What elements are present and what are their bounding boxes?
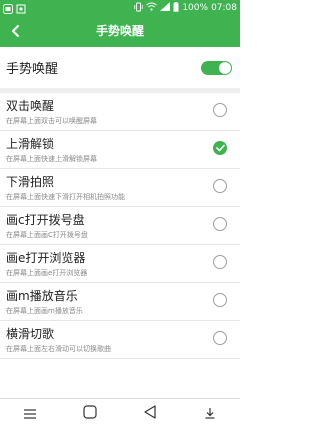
gesture-title: 画e打开浏览器: [6, 251, 86, 265]
master-toggle-switch[interactable]: [201, 60, 232, 75]
menu-button[interactable]: [18, 401, 42, 425]
gesture-item-swipe-down[interactable]: 下滑拍照 在屏幕上面快速下滑打开相机拍照功能: [0, 169, 240, 207]
back-triangle-icon: [144, 404, 156, 423]
notification-app-icon: [3, 0, 13, 18]
radio-unchecked-icon[interactable]: [213, 103, 227, 117]
home-icon: [83, 404, 97, 423]
pull-down-icon: [204, 404, 216, 423]
home-button[interactable]: [78, 401, 102, 425]
app-bar: 手势唤醒: [0, 16, 240, 47]
status-bar: 100% 07:08: [0, 0, 240, 16]
battery-percent: 100%: [182, 3, 209, 13]
status-right: 100% 07:08: [134, 1, 237, 15]
radio-checked-icon[interactable]: [213, 141, 227, 155]
status-left-icons: [3, 0, 26, 18]
back-nav-button[interactable]: [138, 401, 162, 425]
gesture-item-swipe-up[interactable]: 上滑解锁 在屏幕上面快速上滑解锁屏幕: [0, 131, 240, 169]
wifi-icon: [146, 2, 158, 14]
screenshot-icon: [16, 0, 26, 18]
gesture-subtitle: 在屏幕上面快速下滑打开相机拍照功能: [6, 193, 125, 201]
master-toggle-row[interactable]: 手势唤醒: [0, 47, 240, 88]
radio-unchecked-icon[interactable]: [213, 217, 227, 231]
gesture-title: 下滑拍照: [6, 175, 55, 189]
signal-icon: [160, 2, 171, 14]
toggle-knob: [219, 61, 231, 74]
gesture-subtitle: 在屏幕上面画m播放音乐: [6, 307, 83, 315]
radio-unchecked-icon[interactable]: [213, 331, 227, 345]
clock: 07:08: [211, 3, 237, 13]
battery-icon: [173, 1, 179, 15]
radio-unchecked-icon[interactable]: [213, 179, 227, 193]
gesture-item-horizontal-swipe[interactable]: 横滑切歌 在屏幕上面左右滑动可以切换歌曲: [0, 321, 240, 359]
vibrate-icon: [134, 2, 143, 15]
master-toggle-label: 手势唤醒: [6, 62, 59, 77]
radio-unchecked-icon[interactable]: [213, 255, 227, 269]
navigation-bar: [0, 398, 240, 427]
gesture-subtitle: 在屏幕上面画e打开浏览器: [6, 269, 88, 277]
gesture-title: 画c打开拨号盘: [6, 213, 85, 227]
settings-list: 手势唤醒 双击唤醒 在屏幕上面双击可以唤醒屏幕 上滑解锁 在屏幕上面快速上滑解锁…: [0, 47, 240, 398]
gesture-title: 双击唤醒: [6, 99, 55, 113]
notification-pull-button[interactable]: [198, 401, 222, 425]
gesture-item-draw-e[interactable]: 画e打开浏览器 在屏幕上面画e打开浏览器: [0, 245, 240, 283]
gesture-item-draw-c[interactable]: 画c打开拨号盘 在屏幕上面画C打开拨号盘: [0, 207, 240, 245]
gesture-title: 上滑解锁: [6, 137, 55, 151]
menu-icon: [24, 404, 36, 423]
gesture-subtitle: 在屏幕上面画C打开拨号盘: [6, 231, 88, 239]
gesture-title: 画m播放音乐: [6, 289, 78, 303]
gesture-subtitle: 在屏幕上面左右滑动可以切换歌曲: [6, 345, 111, 353]
page-title: 手势唤醒: [95, 24, 144, 38]
gesture-title: 横滑切歌: [6, 327, 55, 341]
gesture-subtitle: 在屏幕上面双击可以唤醒屏幕: [6, 117, 97, 125]
gesture-item-double-tap[interactable]: 双击唤醒 在屏幕上面双击可以唤醒屏幕: [0, 93, 240, 131]
radio-unchecked-icon[interactable]: [213, 293, 227, 307]
gesture-subtitle: 在屏幕上面快速上滑解锁屏幕: [6, 155, 97, 163]
gesture-item-draw-m[interactable]: 画m播放音乐 在屏幕上面画m播放音乐: [0, 283, 240, 321]
